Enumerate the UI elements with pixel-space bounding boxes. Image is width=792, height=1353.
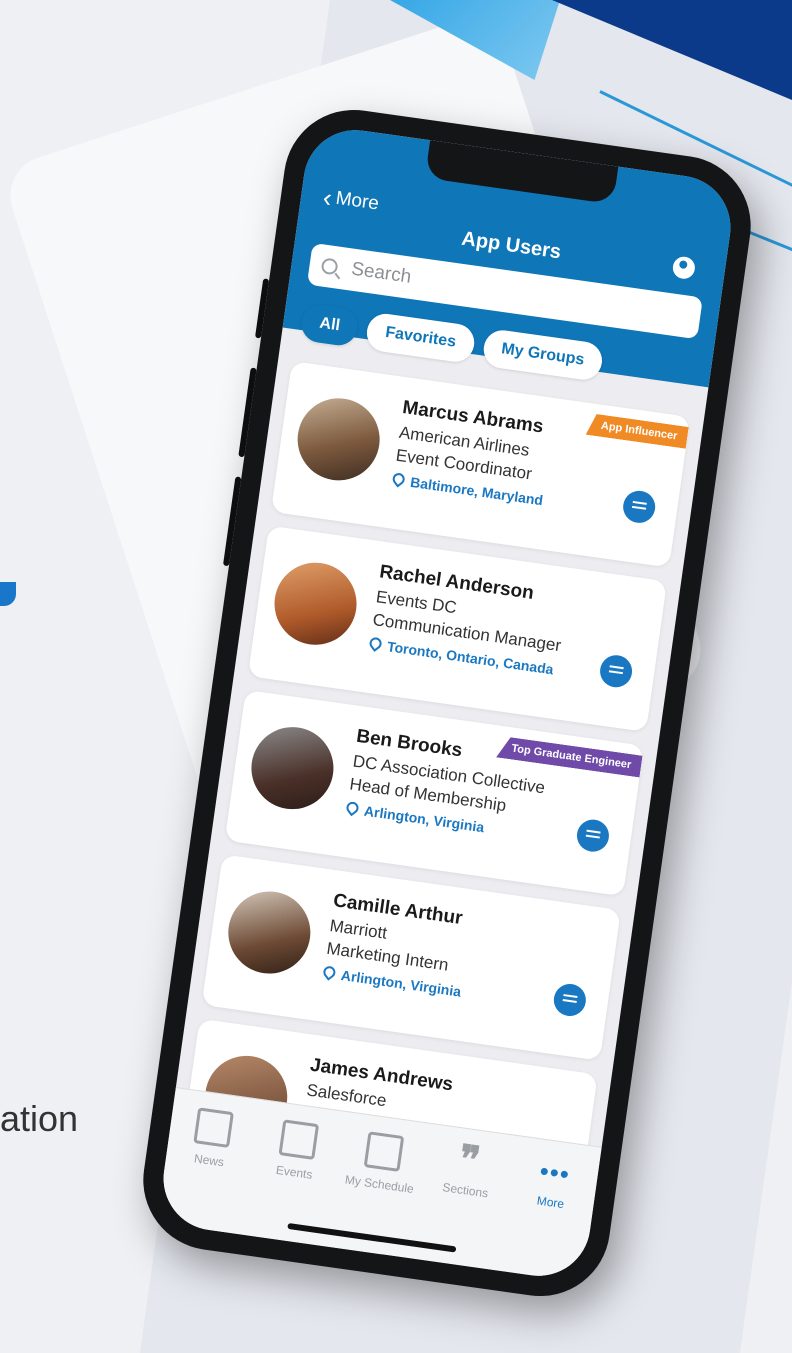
quote-icon: ❞: [456, 1138, 483, 1183]
location-pin-icon: [367, 635, 384, 652]
location-pin-icon: [320, 963, 338, 981]
tab-label: Sections: [441, 1180, 490, 1201]
location-pin-icon: [390, 470, 408, 488]
tab-label: My Schedule: [344, 1172, 415, 1197]
avatar: [269, 557, 362, 651]
newspaper-icon: [193, 1107, 234, 1148]
location-pin-icon: [344, 799, 361, 817]
tab-label: Events: [275, 1162, 314, 1182]
tab-news[interactable]: News: [160, 1104, 256, 1234]
avatar: [292, 393, 385, 486]
avatar: [246, 721, 339, 815]
background-triangle-navy: [552, 0, 792, 100]
tab-sections[interactable]: ❞ Sections: [415, 1138, 511, 1270]
search-icon: [320, 257, 339, 276]
calendar-check-icon: [363, 1131, 405, 1172]
filter-chip-all[interactable]: All: [299, 302, 361, 348]
calendar-icon: [278, 1119, 320, 1160]
background-accent: [0, 582, 16, 606]
avatar: [223, 886, 316, 979]
tab-more[interactable]: ••• More: [500, 1152, 596, 1282]
tab-label: News: [193, 1151, 225, 1170]
background-tagline: ation: [0, 1098, 79, 1139]
search-input[interactable]: [347, 257, 573, 313]
tab-label: More: [536, 1193, 566, 1212]
chevron-left-icon: ‹: [321, 181, 334, 213]
more-dots-icon: •••: [537, 1155, 572, 1190]
